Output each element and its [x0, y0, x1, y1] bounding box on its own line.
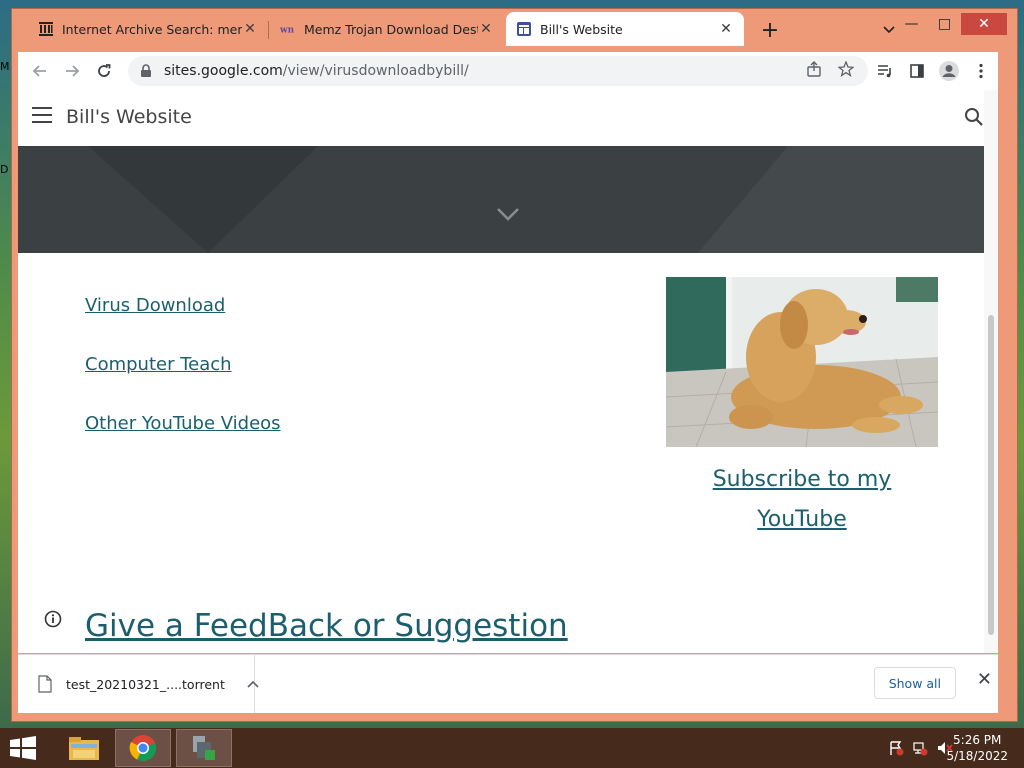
start-button[interactable] [8, 736, 38, 764]
tab-title: Internet Archive Search: memz le [62, 21, 242, 37]
header-banner [18, 146, 998, 253]
subscribe-youtube-link[interactable]: Subscribe to my YouTube [666, 460, 938, 540]
url-text: sites.google.com/view/virusdownloadbybil… [164, 63, 469, 79]
banner-shape [698, 146, 998, 253]
file-explorer-taskbar-icon[interactable] [56, 729, 112, 767]
site-title[interactable]: Bill's Website [66, 106, 192, 128]
reload-icon [98, 64, 111, 77]
tab-search-button[interactable] [876, 17, 902, 43]
system-tray [888, 740, 954, 760]
tab-title: Memz Trojan Download Destruct [304, 21, 478, 37]
url-host: sites.google.com [164, 63, 283, 79]
close-tab-icon[interactable]: ✕ [478, 21, 494, 37]
toolbar-right-actions [874, 56, 992, 86]
reload-button[interactable] [88, 55, 120, 87]
clock-date: 5/18/2022 [946, 749, 1008, 763]
site-header: Bill's Website [18, 90, 998, 146]
search-icon[interactable] [964, 107, 984, 131]
media-control-icon[interactable] [874, 56, 896, 86]
hamburger-menu-icon[interactable] [32, 107, 52, 128]
download-shelf: test_20210321_....torrent Show all ✕ [18, 654, 998, 713]
tab-memz-trojan[interactable]: wn Memz Trojan Download Destruct ✕ [270, 12, 504, 46]
tab-separator [268, 21, 269, 39]
chevron-down-icon[interactable] [496, 206, 520, 225]
close-shelf-icon[interactable]: ✕ [977, 669, 992, 690]
action-center-flag-icon[interactable] [888, 740, 904, 760]
chevron-up-icon[interactable] [247, 677, 259, 692]
chevron-down-icon [883, 26, 895, 34]
taskbar: 5:26 PM 5/18/2022 [0, 728, 1024, 768]
tab-internet-archive[interactable]: Internet Archive Search: memz le ✕ [28, 12, 268, 46]
subscribe-line: Subscribe to my [712, 467, 892, 492]
clock-time: 5:26 PM [953, 733, 1002, 747]
page-scrollbar[interactable] [984, 90, 998, 653]
more-menu-icon[interactable] [970, 56, 992, 86]
file-icon [38, 675, 52, 693]
close-tab-icon[interactable]: ✕ [718, 21, 734, 37]
links-column: Virus Download Computer Teach Other YouT… [85, 295, 281, 472]
url-path: /view/virusdownloadbybill/ [282, 63, 469, 79]
back-arrow-icon [32, 65, 46, 77]
feedback-link[interactable]: Give a FeedBack or Suggestion [85, 608, 568, 644]
subscribe-line: YouTube [757, 507, 847, 532]
address-bar[interactable]: sites.google.com/view/virusdownloadbybil… [128, 56, 868, 86]
link-virus-download[interactable]: Virus Download [85, 295, 281, 317]
windows-logo-icon [10, 736, 36, 760]
wiki-icon: wn [280, 21, 296, 37]
network-app-taskbar-icon[interactable] [176, 729, 232, 767]
download-filename: test_20210321_....torrent [66, 676, 225, 692]
profile-avatar-icon[interactable] [938, 56, 960, 86]
bookmark-star-icon[interactable] [837, 60, 855, 81]
tab-title: Bill's Website [540, 21, 623, 37]
scrollbar-thumb[interactable] [988, 315, 994, 635]
link-other-youtube-videos[interactable]: Other YouTube Videos [85, 413, 281, 435]
forward-button[interactable] [56, 55, 88, 87]
tab-bills-website[interactable]: Bill's Website ✕ [506, 12, 744, 46]
new-tab-button[interactable]: + [756, 16, 784, 44]
browser-toolbar: sites.google.com/view/virusdownloadbybil… [18, 52, 998, 90]
banner-shape [88, 146, 318, 253]
side-panel-icon[interactable] [906, 56, 928, 86]
svg-text:wn: wn [280, 26, 295, 35]
share-icon[interactable] [806, 61, 822, 81]
chrome-taskbar-icon[interactable] [115, 729, 171, 767]
forward-arrow-icon [66, 65, 80, 77]
close-tab-icon[interactable]: ✕ [242, 21, 258, 37]
info-icon[interactable] [44, 610, 62, 632]
clock[interactable]: 5:26 PM 5/18/2022 [946, 732, 1008, 764]
download-item[interactable]: test_20210321_....torrent [18, 655, 259, 713]
archive-icon [38, 21, 54, 37]
dog-photo [666, 277, 938, 447]
link-computer-teach[interactable]: Computer Teach [85, 354, 281, 376]
omnibox-actions [806, 56, 855, 86]
show-all-button[interactable]: Show all [873, 667, 956, 699]
lock-icon[interactable] [140, 64, 154, 78]
sites-icon [516, 21, 532, 37]
page-viewport: Bill's Website Virus Download Computer T… [18, 90, 998, 653]
tab-bar: Internet Archive Search: memz le ✕ wn Me… [18, 12, 998, 46]
network-icon[interactable] [912, 740, 928, 760]
back-button[interactable] [24, 55, 56, 87]
